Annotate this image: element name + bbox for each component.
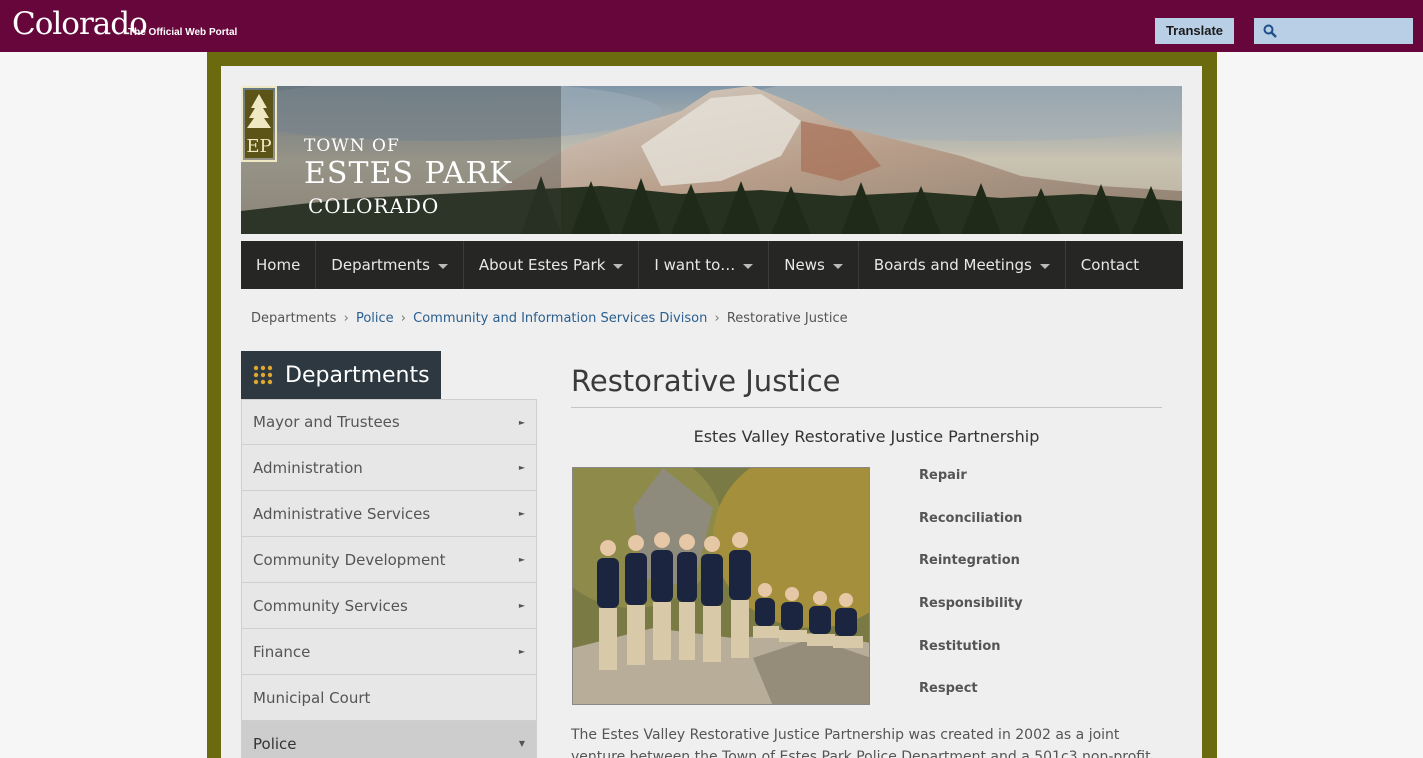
sidebar-item-administration[interactable]: Administration ► xyxy=(241,445,537,491)
sidebar-item-mayor-and-trustees[interactable]: Mayor and Trustees ► xyxy=(241,399,537,445)
expand-arrow-icon[interactable]: ► xyxy=(519,418,525,427)
expand-arrow-icon[interactable]: ► xyxy=(519,509,525,518)
expand-arrow-icon[interactable]: ► xyxy=(519,647,525,656)
expand-arrow-icon[interactable]: ► xyxy=(519,463,525,472)
nav-boards-and-meetings[interactable]: Boards and Meetings xyxy=(859,241,1066,289)
breadcrumb-current: Restorative Justice xyxy=(726,311,848,326)
main-navigation: Home Departments About Estes Park I want… xyxy=(241,241,1183,289)
value-item: Responsibility xyxy=(919,596,1023,612)
sidebar-item-police[interactable]: Police ▼ xyxy=(241,721,537,758)
portal-tagline: The Official Web Portal xyxy=(128,27,238,38)
nav-departments[interactable]: Departments xyxy=(316,241,464,289)
value-item: Respect xyxy=(919,681,978,697)
nav-about-estes-park[interactable]: About Estes Park xyxy=(464,241,640,289)
sidebar-header: Departments xyxy=(241,351,441,399)
value-item: Restitution xyxy=(919,638,1001,654)
state-header-bar: Colorado The Official Web Portal Transla… xyxy=(0,0,1423,52)
estes-park-emblem-icon: EP xyxy=(241,86,277,162)
dropdown-caret-icon xyxy=(743,263,754,269)
page-subheading: Estes Valley Restorative Justice Partner… xyxy=(693,427,1040,446)
nav-home[interactable]: Home xyxy=(241,241,317,289)
breadcrumb-community-info-link[interactable]: Community and Information Services Divis… xyxy=(413,311,707,326)
search-icon[interactable] xyxy=(1262,23,1278,39)
nav-i-want-to[interactable]: I want to… xyxy=(639,241,770,289)
breadcrumb-separator: › xyxy=(714,311,720,326)
group-photo xyxy=(572,467,870,705)
sidebar-item-municipal-court[interactable]: Municipal Court xyxy=(241,675,537,721)
expand-arrow-icon[interactable]: ► xyxy=(519,601,525,610)
svg-text:EP: EP xyxy=(246,136,271,157)
collapse-arrow-icon[interactable]: ▼ xyxy=(519,739,525,748)
sidebar-item-finance[interactable]: Finance ► xyxy=(241,629,537,675)
grid-dots-icon xyxy=(253,365,273,385)
value-item: Repair xyxy=(919,468,967,483)
site-banner[interactable]: EP TOWN OF ESTES PARK COLORADO xyxy=(241,86,1182,234)
colorado-logo[interactable]: Colorado xyxy=(12,6,148,42)
sidebar-item-community-services[interactable]: Community Services ► xyxy=(241,583,537,629)
breadcrumb-separator: › xyxy=(400,311,406,326)
translate-button[interactable]: Translate xyxy=(1155,18,1234,44)
sidebar-item-administrative-services[interactable]: Administrative Services ► xyxy=(241,491,537,537)
dropdown-caret-icon xyxy=(832,263,843,269)
values-list: Repair Reconciliation Reintegration Resp… xyxy=(919,468,1023,724)
breadcrumb-separator: › xyxy=(343,311,349,326)
town-of-label: TOWN OF xyxy=(304,136,400,156)
dropdown-caret-icon xyxy=(613,263,624,269)
value-item: Reconciliation xyxy=(919,510,1023,526)
breadcrumb: Departments › Police › Community and Inf… xyxy=(251,311,848,326)
sidebar-item-community-development[interactable]: Community Development ► xyxy=(241,537,537,583)
nav-news[interactable]: News xyxy=(769,241,859,289)
intro-paragraph: The Estes Valley Restorative Justice Par… xyxy=(571,727,1156,758)
town-state-label: COLORADO xyxy=(308,194,440,218)
value-item: Reintegration xyxy=(919,553,1020,569)
breadcrumb-police-link[interactable]: Police xyxy=(356,311,394,326)
breadcrumb-departments: Departments xyxy=(251,311,337,326)
dropdown-caret-icon xyxy=(437,263,448,269)
town-name: ESTES PARK xyxy=(304,156,513,191)
sidebar-department-list: Mayor and Trustees ► Administration ► Admi… xyxy=(241,399,537,758)
expand-arrow-icon[interactable]: ► xyxy=(519,555,525,564)
page-title: Restorative Justice xyxy=(571,364,841,398)
nav-contact[interactable]: Contact xyxy=(1066,241,1154,289)
dropdown-caret-icon xyxy=(1039,263,1050,269)
search-input[interactable] xyxy=(1282,21,1408,41)
sidebar-header-label: Departments xyxy=(285,362,430,388)
title-divider xyxy=(571,407,1162,408)
site-search xyxy=(1254,18,1413,44)
